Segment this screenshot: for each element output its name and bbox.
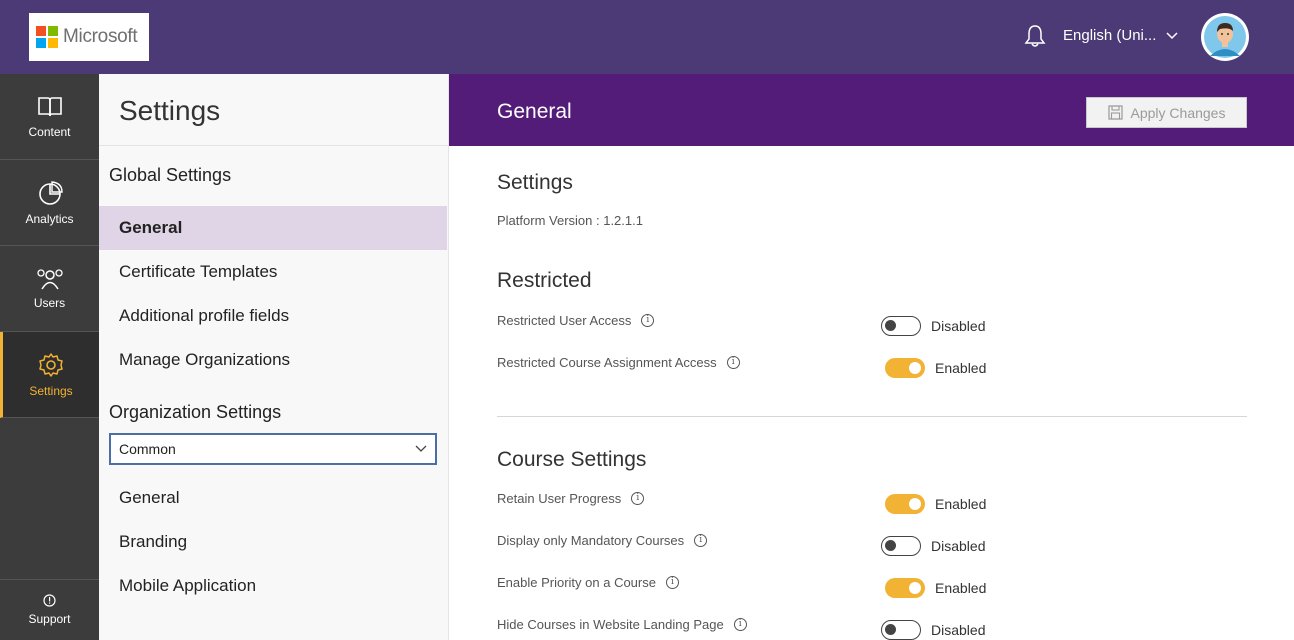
user-avatar-icon xyxy=(1204,16,1246,58)
toggle-switch[interactable] xyxy=(881,316,921,336)
language-selector[interactable]: English (Uni... xyxy=(1063,27,1178,44)
nav-label-support: Support xyxy=(28,612,71,626)
notification-bell-icon[interactable] xyxy=(1024,24,1046,48)
toggle-knob xyxy=(909,498,921,510)
setting-label-retain-user-progress: Retain User Progress i xyxy=(497,491,645,506)
section-divider xyxy=(497,416,1247,417)
info-icon[interactable]: i xyxy=(665,576,679,589)
settings-heading: Settings xyxy=(497,171,573,194)
info-icon[interactable]: i xyxy=(694,534,708,547)
top-bar: Microsoft English (Uni... xyxy=(0,0,1294,74)
organization-select[interactable]: Common xyxy=(109,433,437,465)
platform-version: Platform Version : 1.2.1.1 xyxy=(497,213,643,228)
toggle-switch[interactable] xyxy=(881,536,921,556)
nav-item-users[interactable]: Users xyxy=(0,246,99,332)
toggle-hide-courses-in-website-landing-page[interactable]: Disabled xyxy=(881,620,985,640)
nav-label-users: Users xyxy=(33,295,66,310)
toggle-switch[interactable] xyxy=(885,358,925,378)
divider xyxy=(99,145,448,146)
toggle-knob xyxy=(909,582,921,594)
setting-label-text: Restricted Course Assignment Access xyxy=(497,355,717,370)
book-icon xyxy=(37,96,62,116)
global-settings-heading: Global Settings xyxy=(109,165,232,185)
toggle-state: Enabled xyxy=(935,360,987,376)
toggle-restricted-course-assignment-access[interactable]: Enabled xyxy=(885,358,986,378)
nav-item-support[interactable]: Support xyxy=(0,579,99,640)
left-nav: Content Analytics Users Settings Support xyxy=(0,74,99,640)
info-icon xyxy=(43,594,56,607)
nav-label-analytics: Analytics xyxy=(25,211,74,226)
toggle-state: Disabled xyxy=(931,538,986,554)
toggle-knob xyxy=(909,362,921,374)
settings-panel: Settings Global Settings General Certifi… xyxy=(99,74,449,640)
setting-label-display-only-mandatory-courses: Display only Mandatory Courses i xyxy=(497,533,708,548)
toggle-state: Enabled xyxy=(935,580,987,596)
setting-label-enable-priority-on-a-course: Enable Priority on a Course i xyxy=(497,575,679,590)
setting-label-text: Retain User Progress xyxy=(497,491,622,506)
chevron-down-icon xyxy=(1166,31,1178,39)
menu-item-certificate-templates[interactable]: Certificate Templates xyxy=(99,250,447,294)
setting-label-text: Display only Mandatory Courses xyxy=(497,533,685,548)
microsoft-logo-icon xyxy=(36,26,58,48)
settings-title: Settings xyxy=(119,95,221,126)
restricted-heading: Restricted xyxy=(497,269,592,292)
toggle-state: Disabled xyxy=(931,318,986,334)
pie-chart-icon xyxy=(38,180,63,205)
toggle-retain-user-progress[interactable]: Enabled xyxy=(885,494,986,514)
course-settings-heading: Course Settings xyxy=(497,448,647,471)
toggle-switch[interactable] xyxy=(885,494,925,514)
toggle-state: Disabled xyxy=(931,622,986,638)
toggle-restricted-user-access[interactable]: Disabled xyxy=(881,316,985,336)
toggle-enable-priority-on-a-course[interactable]: Enabled xyxy=(885,578,986,598)
gear-icon xyxy=(39,352,63,377)
nav-item-settings[interactable]: Settings xyxy=(0,332,99,418)
toggle-knob xyxy=(885,540,896,551)
page-title: General xyxy=(497,100,572,123)
toggle-knob xyxy=(885,320,896,331)
menu-item-general[interactable]: General xyxy=(99,206,447,250)
nav-label-settings: Settings xyxy=(29,383,73,398)
toggle-knob xyxy=(885,624,896,635)
language-label: English (Uni... xyxy=(1063,27,1157,44)
setting-label-text: Restricted User Access xyxy=(497,313,632,328)
info-icon[interactable]: i xyxy=(726,356,740,369)
toggle-state: Enabled xyxy=(935,496,987,512)
toggle-switch[interactable] xyxy=(885,578,925,598)
avatar[interactable] xyxy=(1201,13,1249,61)
setting-label-text: Hide Courses in Website Landing Page xyxy=(497,617,724,632)
info-icon[interactable]: i xyxy=(631,492,645,505)
toggle-switch[interactable] xyxy=(881,620,921,640)
toggle-display-only-mandatory-courses[interactable]: Disabled xyxy=(881,536,985,556)
chevron-down-icon xyxy=(415,445,427,452)
organization-select-value: Common xyxy=(119,441,176,457)
nav-label-content: Content xyxy=(28,124,71,139)
setting-label-restricted-course-assignment-access: Restricted Course Assignment Access i xyxy=(497,355,740,370)
org-menu-item-branding[interactable]: Branding xyxy=(99,520,447,564)
org-menu-item-general[interactable]: General xyxy=(99,476,447,520)
brand-name: Microsoft xyxy=(63,26,138,47)
menu-item-manage-organizations[interactable]: Manage Organizations xyxy=(99,338,447,382)
nav-item-content[interactable]: Content xyxy=(0,74,99,160)
apply-changes-label: Apply Changes xyxy=(1130,104,1226,121)
setting-label-restricted-user-access: Restricted User Access i xyxy=(497,313,655,328)
save-icon xyxy=(1107,105,1123,120)
users-icon xyxy=(36,268,63,289)
info-icon[interactable]: i xyxy=(733,618,747,631)
main-header: General Apply Changes xyxy=(449,74,1294,146)
nav-item-analytics[interactable]: Analytics xyxy=(0,160,99,246)
organization-settings-heading: Organization Settings xyxy=(109,402,282,422)
info-icon[interactable]: i xyxy=(641,314,655,327)
org-menu-item-mobile-application[interactable]: Mobile Application xyxy=(99,564,447,608)
microsoft-logo[interactable]: Microsoft xyxy=(29,13,149,61)
setting-label-hide-courses-in-website-landing-page: Hide Courses in Website Landing Page i xyxy=(497,617,747,632)
apply-changes-button[interactable]: Apply Changes xyxy=(1086,97,1247,128)
setting-label-text: Enable Priority on a Course xyxy=(497,575,656,590)
menu-item-additional-profile-fields[interactable]: Additional profile fields xyxy=(99,294,447,338)
